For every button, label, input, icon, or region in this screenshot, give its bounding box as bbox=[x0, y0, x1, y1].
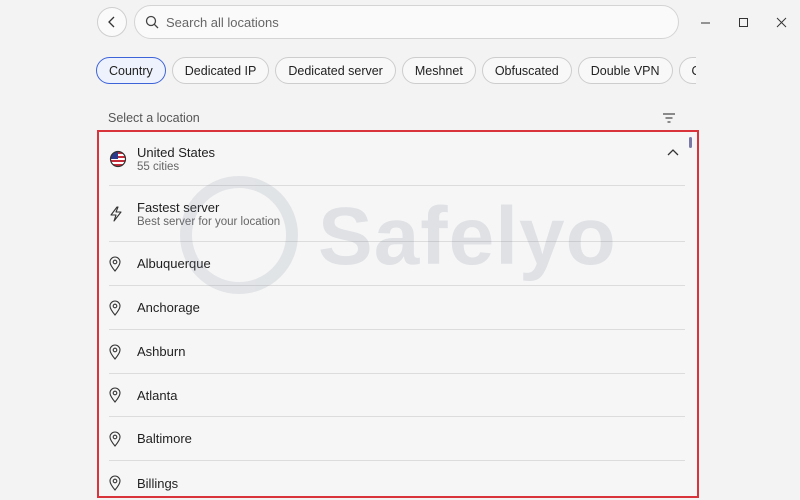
search-box[interactable] bbox=[134, 5, 679, 39]
maximize-icon[interactable] bbox=[724, 12, 762, 32]
filter-chip-obfuscated[interactable]: Obfuscated bbox=[481, 57, 572, 84]
section-label: Select a location bbox=[108, 111, 200, 125]
city-name: Anchorage bbox=[137, 300, 200, 315]
filter-chip-onion[interactable]: Onion O bbox=[678, 57, 696, 84]
country-name: United States bbox=[137, 144, 216, 160]
location-list: United States 55 cities Fastest server B… bbox=[97, 130, 699, 498]
city-name: Ashburn bbox=[137, 344, 186, 359]
location-pin-icon bbox=[109, 344, 137, 360]
country-row-united-states[interactable]: United States 55 cities bbox=[109, 132, 685, 186]
window-controls bbox=[686, 12, 800, 32]
location-pin-icon bbox=[109, 475, 137, 491]
city-row-billings[interactable]: Billings bbox=[109, 461, 685, 496]
city-row-ashburn[interactable]: Ashburn bbox=[109, 330, 685, 374]
city-name: Billings bbox=[137, 475, 179, 491]
us-flag-icon bbox=[109, 150, 137, 168]
search-icon bbox=[145, 15, 159, 29]
location-pin-icon bbox=[109, 387, 137, 403]
chevron-up-icon[interactable] bbox=[667, 148, 679, 156]
city-name: Baltimore bbox=[137, 431, 192, 446]
back-button[interactable] bbox=[97, 7, 127, 37]
scrollbar[interactable] bbox=[689, 137, 692, 148]
close-icon[interactable] bbox=[762, 12, 800, 32]
fastest-server-subtitle: Best server for your location bbox=[137, 215, 281, 228]
filter-chip-meshnet[interactable]: Meshnet bbox=[401, 57, 476, 84]
filter-chip-double-vpn[interactable]: Double VPN bbox=[577, 57, 673, 84]
city-row-anchorage[interactable]: Anchorage bbox=[109, 286, 685, 330]
city-row-albuquerque[interactable]: Albuquerque bbox=[109, 242, 685, 286]
city-name: Albuquerque bbox=[137, 256, 211, 271]
city-row-atlanta[interactable]: Atlanta bbox=[109, 374, 685, 417]
filter-chip-dedicated-ip[interactable]: Dedicated IP bbox=[171, 57, 270, 84]
country-city-count: 55 cities bbox=[137, 160, 180, 173]
location-pin-icon bbox=[109, 300, 137, 316]
fastest-server-title: Fastest server bbox=[137, 199, 220, 215]
chevron-left-icon bbox=[108, 16, 115, 28]
minimize-icon[interactable] bbox=[686, 12, 724, 32]
filter-chips: Country Dedicated IP Dedicated server Me… bbox=[96, 57, 696, 85]
search-input[interactable] bbox=[166, 14, 646, 30]
filter-icon bbox=[663, 113, 675, 123]
fastest-server-row[interactable]: Fastest server Best server for your loca… bbox=[109, 186, 685, 242]
location-pin-icon bbox=[109, 256, 137, 272]
filter-chip-country[interactable]: Country bbox=[96, 57, 166, 84]
city-name: Atlanta bbox=[137, 387, 178, 403]
lightning-icon bbox=[109, 205, 137, 222]
city-row-baltimore[interactable]: Baltimore bbox=[109, 417, 685, 461]
sort-filter-button[interactable] bbox=[662, 111, 676, 129]
location-pin-icon bbox=[109, 431, 137, 447]
filter-chip-dedicated-server[interactable]: Dedicated server bbox=[275, 57, 396, 84]
